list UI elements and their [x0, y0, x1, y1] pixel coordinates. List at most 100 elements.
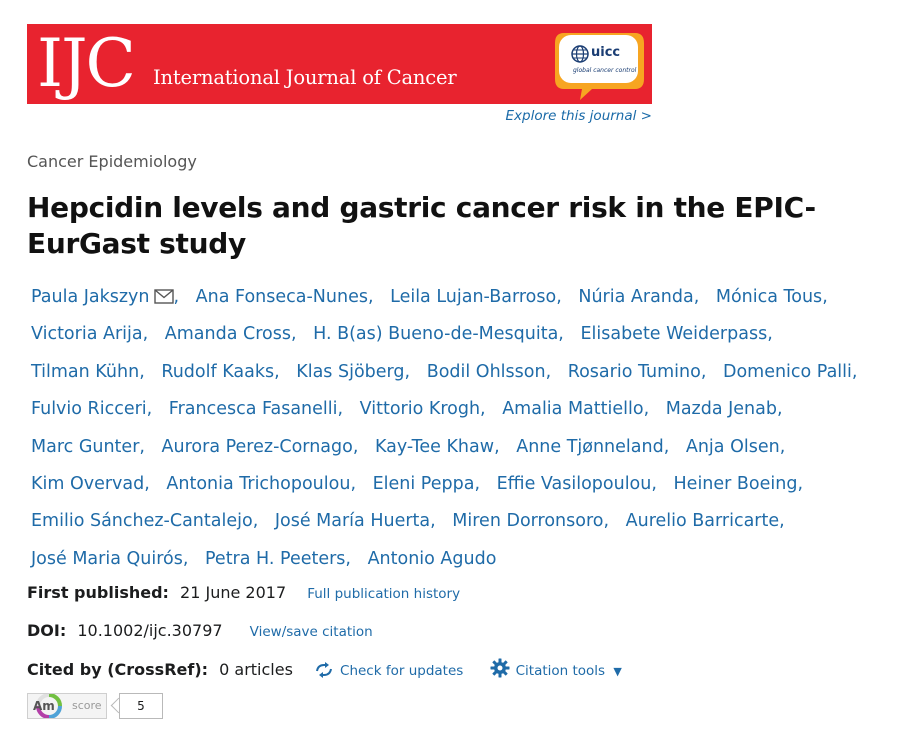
author-name: Petra H. Peeters — [205, 548, 346, 569]
author-link[interactable]: José Maria Quirós, — [31, 549, 199, 569]
uicc-logo-text: uicc — [591, 45, 621, 60]
author-name: Effie Vasilopoulou — [496, 474, 652, 495]
author-link[interactable]: Ana Fonseca-Nunes, — [196, 287, 385, 307]
author-separator: , — [345, 548, 351, 569]
author-separator: , — [545, 361, 552, 382]
author-name: Antonia Trichopoulou — [166, 474, 351, 495]
author-separator: , — [651, 474, 657, 495]
author-link[interactable]: Amalia Mattiello, — [502, 399, 660, 419]
author-name: H. B(as) Bueno-de-Mesquita — [313, 324, 559, 345]
refresh-arrows-icon — [316, 662, 333, 678]
author-link[interactable]: Effie Vasilopoulou, — [497, 474, 668, 494]
author-link[interactable]: Miren Dorronsoro, — [452, 511, 620, 531]
author-name: Klas Sjöberg — [296, 361, 405, 382]
author-link[interactable]: Eleni Peppa, — [373, 474, 491, 494]
author-separator: , — [767, 324, 773, 345]
author-link[interactable]: Klas Sjöberg, — [296, 362, 421, 382]
journal-banner[interactable]: IJC International Journal of Cancer uicc… — [27, 24, 652, 104]
author-link[interactable]: Vittorio Krogh, — [360, 399, 497, 419]
author-separator: , — [337, 399, 344, 420]
author-name: Antonio Agudo — [367, 548, 497, 569]
author-link[interactable]: Mazda Jenab, — [666, 399, 794, 419]
author-name: Leila Lujan-Barroso — [390, 287, 557, 307]
author-link[interactable]: Heiner Boeing, — [674, 474, 815, 494]
altmetric-score-label: score — [72, 699, 102, 712]
author-name: Ana Fonseca-Nunes — [195, 287, 368, 307]
author-link[interactable]: Domenico Palli, — [723, 362, 869, 382]
globe-icon — [571, 45, 589, 63]
author-link[interactable]: Aurora Perez-Cornago, — [162, 437, 370, 457]
doi-row: DOI: 10.1002/ijc.30797 View/save citatio… — [27, 621, 373, 642]
uicc-logo: uicc global cancer control — [552, 29, 647, 100]
author-separator: , — [144, 474, 150, 495]
author-link[interactable]: H. B(as) Bueno-de-Mesquita, — [313, 324, 575, 344]
author-separator: , — [430, 511, 436, 532]
author-name: Vittorio Krogh — [359, 399, 481, 420]
author-link[interactable]: Paula Jakszyn, — [31, 287, 190, 307]
view-save-citation-link[interactable]: View/save citation — [250, 624, 373, 640]
author-link[interactable]: Rudolf Kaaks, — [161, 362, 290, 382]
author-name: Elisabete Weiderpass — [580, 324, 768, 345]
author-link[interactable]: Mónica Tous, — [716, 287, 839, 307]
author-name: José Maria Quirós — [31, 548, 183, 569]
author-link[interactable]: Emilio Sánchez-Cantalejo, — [31, 511, 269, 531]
author-link[interactable]: Núria Aranda, — [578, 287, 710, 307]
author-link[interactable]: Francesca Fasanelli, — [169, 399, 354, 419]
author-separator: , — [367, 287, 374, 307]
explore-journal-link[interactable]: Explore this journal > — [506, 107, 652, 125]
author-link[interactable]: Anja Olsen, — [686, 437, 796, 457]
author-separator: , — [480, 399, 486, 420]
author-separator: , — [663, 436, 670, 457]
author-list: Paula Jakszyn, Ana Fonseca-Nunes, Leila … — [31, 279, 911, 578]
author-name: Anja Olsen — [685, 436, 780, 457]
doi-label: DOI: — [27, 621, 67, 640]
cited-by-row: Cited by (CrossRef): 0 articles Check fo… — [27, 658, 622, 682]
author-link[interactable]: Bodil Ohlsson, — [427, 362, 562, 382]
author-separator: , — [146, 399, 153, 420]
author-name: Mónica Tous — [715, 287, 823, 307]
author-separator: , — [494, 436, 500, 457]
check-for-updates-button[interactable]: Check for updates — [314, 662, 468, 679]
altmetric-score-panel: Am score — [27, 693, 107, 719]
author-separator: , — [139, 436, 145, 457]
author-link[interactable]: Anne Tjønneland, — [516, 437, 680, 457]
author-link[interactable]: Marc Gunter, — [31, 437, 156, 457]
author-separator: , — [700, 361, 707, 382]
doi-value: 10.1002/ijc.30797 — [77, 621, 223, 640]
author-link[interactable]: Victoria Arija, — [31, 324, 159, 344]
article-category: Cancer Epidemiology — [27, 152, 197, 171]
author-separator: , — [822, 287, 828, 307]
email-envelope-icon[interactable] — [153, 289, 174, 304]
author-link[interactable]: Kim Overvad, — [31, 474, 161, 494]
author-link[interactable]: Amanda Cross, — [165, 324, 308, 344]
first-published-label: First published: — [27, 583, 169, 602]
author-separator: , — [139, 361, 145, 382]
author-link[interactable]: Leila Lujan-Barroso, — [390, 287, 573, 307]
author-name: Eleni Peppa — [372, 474, 475, 495]
author-link[interactable]: Aurelio Barricarte, — [626, 511, 796, 531]
author-link[interactable]: Fulvio Ricceri, — [31, 399, 163, 419]
altmetric-logo: Am — [33, 699, 55, 713]
cited-by-count: 0 articles — [219, 660, 293, 679]
author-link[interactable]: José María Huerta, — [275, 511, 447, 531]
author-link[interactable]: Elisabete Weiderpass, — [580, 324, 783, 344]
author-separator: , — [182, 548, 189, 569]
full-publication-history-link[interactable]: Full publication history — [307, 586, 460, 602]
author-link[interactable]: Antonia Trichopoulou, — [166, 474, 367, 494]
author-separator: , — [252, 511, 259, 532]
author-link[interactable]: Antonio Agudo — [368, 549, 497, 569]
author-separator: , — [693, 287, 700, 307]
author-link[interactable]: Petra H. Peeters, — [205, 549, 362, 569]
citation-tools-dropdown[interactable]: Citation tools ▼ — [490, 658, 622, 679]
author-link[interactable]: Rosario Tumino, — [568, 362, 718, 382]
author-separator: , — [350, 474, 357, 495]
author-name: Tilman Kühn — [31, 361, 140, 382]
author-separator: , — [404, 361, 411, 382]
author-separator: , — [142, 324, 149, 345]
author-name: Marc Gunter — [31, 436, 140, 457]
author-link[interactable]: Tilman Kühn, — [31, 362, 156, 382]
author-separator: , — [776, 399, 783, 420]
author-link[interactable]: Kay-Tee Khaw, — [375, 437, 511, 457]
uicc-logo-panel: uicc global cancer control — [559, 35, 638, 83]
author-name: Kim Overvad — [31, 474, 145, 495]
